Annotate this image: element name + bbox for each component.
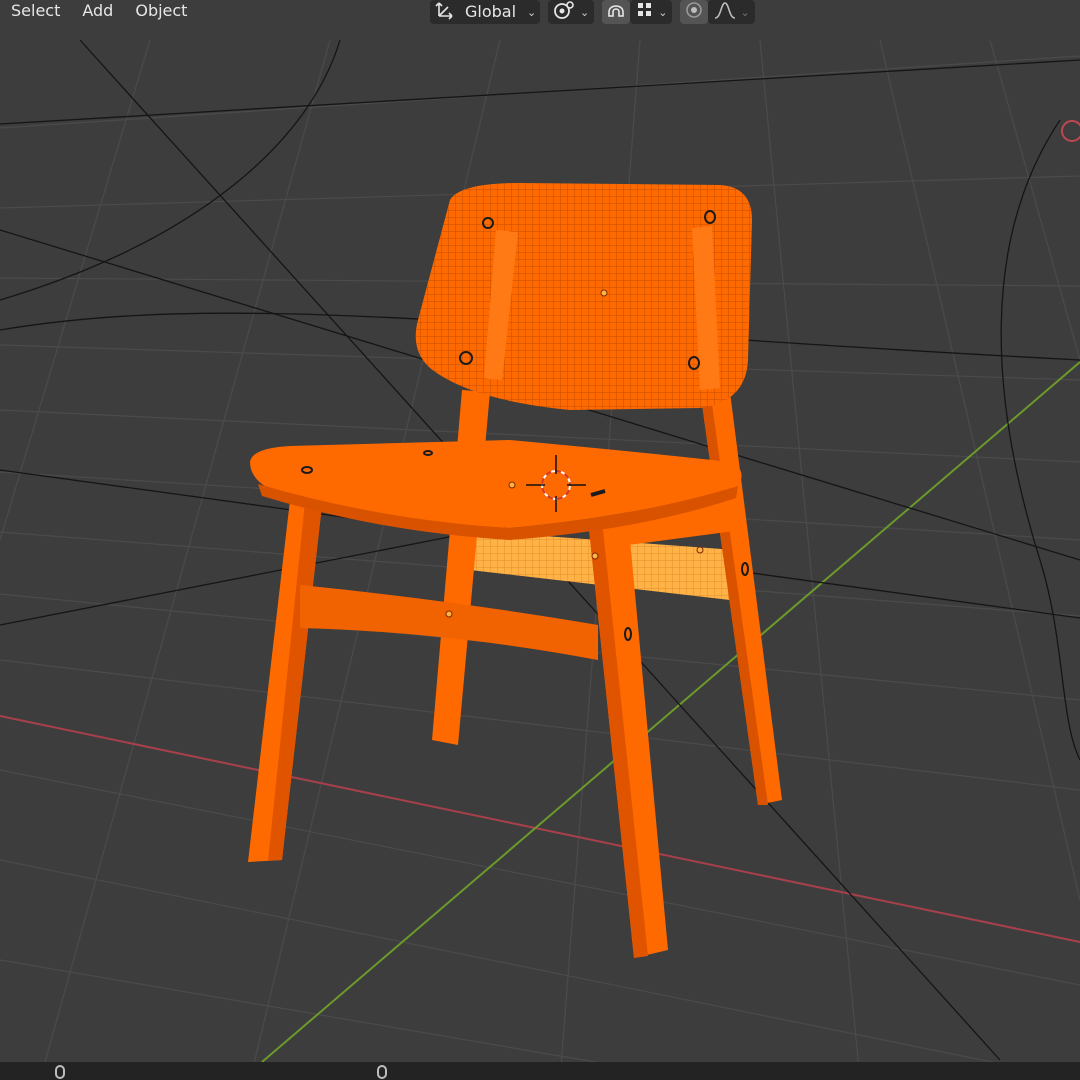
menu-add[interactable]: Add	[71, 1, 124, 21]
orientation-label: Global	[465, 2, 517, 21]
proportional-editing-icon	[683, 0, 705, 24]
snap-target-dropdown[interactable]: ⌄	[630, 0, 673, 24]
mouse-left-icon	[55, 1065, 65, 1079]
viewport-canvas	[0, 0, 1080, 1080]
snap-magnet-icon	[605, 0, 627, 24]
falloff-dropdown[interactable]: ⌄	[708, 0, 755, 24]
chevron-down-icon: ⌄	[658, 5, 668, 19]
header-toolbar: Global ⌄ ⌄ ⌄ ⌄	[430, 0, 755, 24]
menu-object[interactable]: Object	[124, 1, 198, 21]
falloff-curve-icon	[713, 0, 737, 24]
snap-increment-icon	[635, 0, 655, 24]
pivot-point-icon	[553, 0, 577, 24]
transform-orientation-dropdown[interactable]: Global ⌄	[430, 0, 540, 24]
status-bar	[0, 1062, 1080, 1080]
proportional-editing-toggle[interactable]	[680, 0, 709, 24]
3d-viewport[interactable]	[0, 0, 1080, 1080]
pivot-point-dropdown[interactable]: ⌄	[548, 0, 595, 24]
menu-select[interactable]: Select	[0, 1, 71, 21]
chevron-down-icon: ⌄	[527, 5, 537, 19]
mouse-middle-icon	[377, 1065, 387, 1079]
snap-toggle[interactable]	[602, 0, 631, 24]
chevron-down-icon: ⌄	[740, 5, 750, 19]
chevron-down-icon: ⌄	[580, 5, 590, 19]
transform-orientation-icon	[435, 0, 457, 24]
